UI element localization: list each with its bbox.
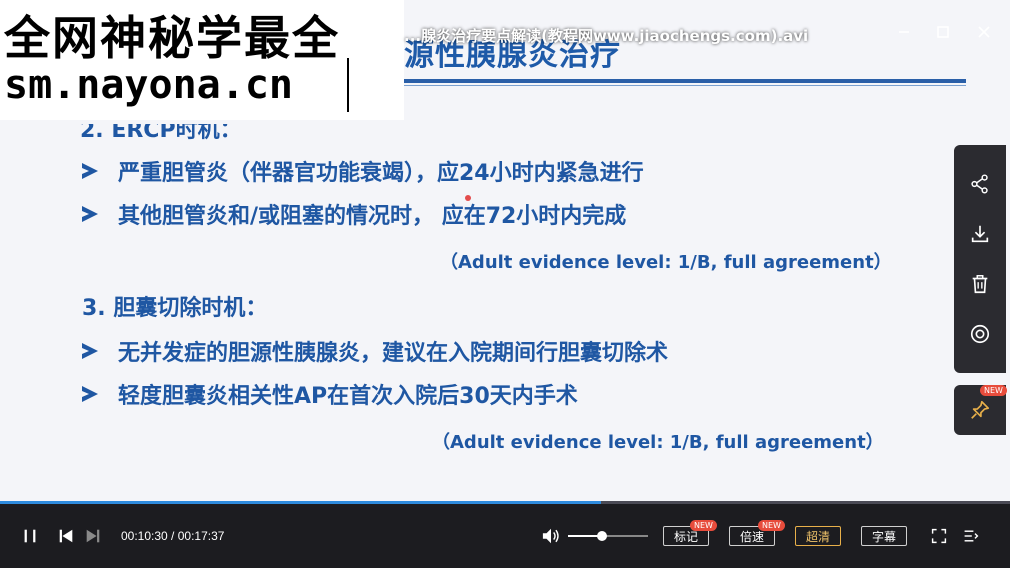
speed-new-badge: NEW [758, 520, 785, 531]
slide-bullet-text: 轻度胆囊炎相关性AP在首次入院后30天内手术 [118, 384, 578, 409]
volume-icon [542, 528, 559, 544]
next-button[interactable] [83, 526, 103, 546]
pin-icon [971, 400, 990, 419]
evidence-level-1: （Adult evidence level: 1/B, full agreeme… [440, 252, 892, 273]
title-rule-thin [404, 85, 966, 86]
pin-toolbar: NEW [954, 385, 1007, 435]
delete-icon [972, 275, 988, 294]
pause-button[interactable] [20, 526, 40, 546]
download-icon [971, 225, 989, 243]
screenshot-button[interactable] [966, 320, 994, 348]
pin-button[interactable] [967, 397, 993, 423]
slide-bullet-text: 严重胆管炎（伴器官功能衰竭），应24小时内紧急进行 [118, 161, 644, 186]
delete-button[interactable] [966, 270, 994, 298]
volume-button[interactable] [540, 526, 562, 546]
close-button[interactable] [972, 20, 996, 44]
skip-next-icon [86, 529, 100, 543]
pause-icon [24, 529, 36, 543]
slide-bullet-1: 严重胆管炎（伴器官功能衰竭），应24小时内紧急进行 [82, 155, 644, 187]
watermark-box: 全网神秘学最全 sm.nayona.cn [0, 0, 404, 120]
slide-bullet-text: 无并发症的胆源性胰腺炎，建议在入院期间行胆囊切除术 [118, 341, 669, 366]
screenshot-icon [970, 324, 990, 344]
text-cursor [347, 58, 349, 112]
bullet-arrow-icon [82, 386, 98, 402]
bullet-arrow-icon [82, 343, 98, 359]
slide-bullet-4: 轻度胆囊炎相关性AP在首次入院后30天内手术 [82, 378, 578, 410]
mark-new-badge: NEW [690, 520, 717, 531]
close-icon [978, 26, 990, 38]
evidence-level-2: （Adult evidence level: 1/B, full agreeme… [432, 432, 884, 453]
fullscreen-button[interactable] [929, 526, 949, 546]
time-current: 00:10:30 [121, 529, 168, 543]
share-icon [971, 174, 988, 194]
bullet-arrow-icon [82, 163, 98, 179]
pin-new-badge: NEW [980, 385, 1007, 396]
progress-bar-fill [0, 501, 601, 504]
slide-bullet-text: 其他胆管炎和/或阻塞的情况时， 应在72小时内完成 [118, 204, 627, 229]
video-file-name: ...腺炎治疗要点解读(教程网www.jiaochengs.com).avi [404, 27, 809, 45]
fullscreen-icon [931, 528, 947, 544]
title-rule [404, 79, 966, 83]
playback-time: 00:10:30 / 00:17:37 [121, 529, 224, 543]
watermark-url: sm.nayona.cn [4, 62, 293, 108]
minimize-icon [899, 31, 909, 33]
subtitle-button[interactable]: 字幕 [861, 526, 907, 546]
quality-button[interactable]: 超清 [795, 526, 841, 546]
slide-bullet-2: 其他胆管炎和/或阻塞的情况时， 应在72小时内完成 [82, 198, 626, 230]
download-button[interactable] [966, 220, 994, 248]
playlist-icon [964, 530, 979, 542]
share-button[interactable] [966, 170, 994, 198]
minimize-button[interactable] [892, 20, 916, 44]
slide-bullet-3: 无并发症的胆源性胰腺炎，建议在入院期间行胆囊切除术 [82, 335, 668, 367]
time-total: 00:17:37 [177, 529, 225, 543]
bullet-arrow-icon [82, 206, 98, 222]
volume-slider-handle[interactable] [596, 531, 607, 541]
slide-section-3: 3. 胆囊切除时机： [82, 296, 268, 321]
playlist-button[interactable] [961, 526, 981, 546]
side-toolbar [954, 145, 1006, 373]
maximize-icon [937, 26, 949, 38]
watermark-title: 全网神秘学最全 [4, 11, 340, 65]
cursor-dot [465, 195, 471, 201]
previous-button[interactable] [56, 526, 76, 546]
skip-previous-icon [59, 529, 73, 543]
maximize-button[interactable] [931, 20, 955, 44]
time-separator: / [167, 529, 178, 543]
